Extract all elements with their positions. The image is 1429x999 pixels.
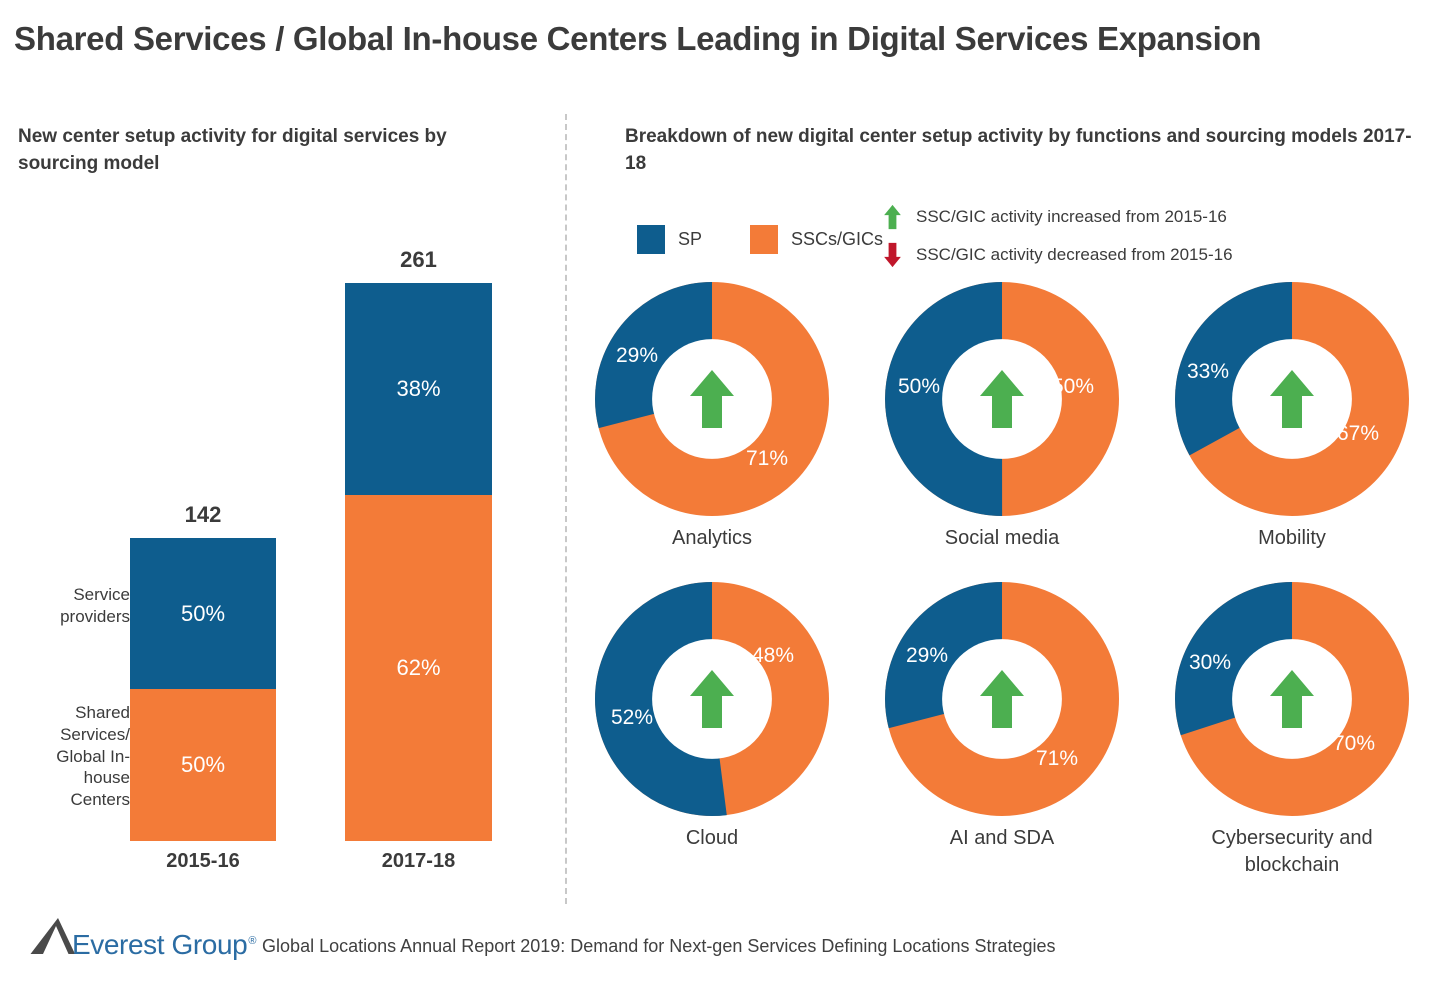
page-title: Shared Services / Global In-house Center…: [14, 20, 1262, 57]
bar-segment-label: 62%: [396, 655, 441, 680]
donut-cell-ai-and-sda: 29% 71% AI and SDA: [877, 582, 1127, 852]
bar-segment-label: 50%: [180, 600, 226, 626]
donut-pct-ssc: 71%: [1036, 747, 1079, 770]
donut-cell-social-media: 50% 50% Social media: [877, 282, 1127, 552]
bar-group-2015-16: 142 50% 50% 2015-16: [130, 114, 276, 904]
arrow-up-icon: [690, 670, 734, 728]
legend-label-decrease: SSC/GIC activity decreased from 2015-16: [916, 245, 1233, 264]
donut-pct-ssc: 71%: [746, 447, 789, 470]
donut-chart: 30% 70%: [1175, 582, 1409, 816]
arrow-up-icon: [690, 370, 734, 428]
registered-mark-icon: ®: [248, 935, 257, 947]
left-panel: New center setup activity for digital se…: [0, 114, 560, 904]
donut-pct-sp: 30%: [1189, 651, 1232, 674]
legend-swatch-ssc-icon: [750, 225, 779, 254]
donut-chart: 52% 48%: [595, 582, 829, 816]
donut-cell-cybersecurity-and-blockchain: 30% 70% Cybersecurity and blockchain: [1167, 582, 1417, 879]
bar-segment-label: 50%: [180, 752, 226, 777]
legend-row-increase: SSC/GIC activity increased from 2015-16: [883, 202, 1233, 232]
donut-chart: 29% 71%: [885, 582, 1119, 816]
donut-pct-sp: 29%: [616, 344, 659, 367]
arrow-down-icon: [884, 242, 901, 268]
everest-group-wordmark: Everest Group®: [72, 929, 257, 960]
bar-group-2017-18: 261 38% 62% 2017-18: [345, 114, 492, 904]
bar-total-2015-16: 142: [184, 502, 222, 527]
category-label-ssc-gic: Shared Services/ Global In-house Centers: [56, 703, 130, 809]
bar-segment-sp-2017-18: 38%: [345, 283, 492, 495]
donut-pct-sp: 52%: [611, 706, 654, 729]
legend-swatch-sp-icon: [637, 225, 665, 254]
legend-label-sp: SP: [678, 229, 703, 249]
arrow-up-icon: [1270, 370, 1314, 428]
donut-label: AI and SDA: [949, 827, 1055, 849]
legend-label-increase: SSC/GIC activity increased from 2015-16: [916, 207, 1227, 226]
everest-group-logo-icon: [30, 918, 75, 954]
bar-stack-2015-16: 50% 50%: [130, 538, 276, 841]
bar-xlabel-2015-16: 2015-16: [166, 850, 240, 872]
footer-inner: Everest Group® Global Locations Annual R…: [30, 913, 1056, 960]
footer: Everest Group® Global Locations Annual R…: [0, 905, 1429, 999]
bar-stack-2017-18: 38% 62%: [345, 283, 492, 841]
bar-segment-sp-2015-16: 50%: [130, 538, 276, 689]
donut-pct-ssc: 48%: [752, 644, 795, 667]
donut-label: Social media: [944, 527, 1060, 549]
footer-source-text: Global Locations Annual Report 2019: Dem…: [262, 936, 1056, 956]
donut-pct-ssc: 50%: [1052, 375, 1095, 398]
bar-total-2017-18: 261: [400, 247, 437, 272]
right-panel: Breakdown of new digital center setup ac…: [565, 114, 1429, 904]
donut-cell-mobility: 33% 67% Mobility: [1167, 282, 1417, 552]
donut-label: Analytics: [671, 527, 753, 549]
legend-label-ssc: SSCs/GICs: [791, 229, 884, 249]
arrow-up-icon: [884, 204, 901, 230]
donut-pct-sp: 29%: [906, 644, 949, 667]
legend-row-decrease: SSC/GIC activity decreased from 2015-16: [883, 240, 1233, 270]
logo-word-text: Everest Group: [72, 929, 248, 960]
bar-segment-ssc-2015-16: 50%: [130, 689, 276, 841]
bar-segment-ssc-2017-18: 62%: [345, 495, 492, 841]
category-label-service-providers: Service providers: [60, 585, 130, 626]
arrow-up-icon: [1270, 670, 1314, 728]
donut-pct-ssc: 70%: [1333, 732, 1376, 755]
donut-pct-sp: 33%: [1187, 360, 1230, 383]
donut-chart: 50% 50%: [885, 282, 1119, 516]
donut-chart: 29% 71%: [595, 282, 829, 516]
donut-pct-sp: 50%: [898, 375, 941, 398]
donut-cell-analytics: 29% 71% Analytics: [587, 282, 837, 552]
bar-xlabel-2017-18: 2017-18: [381, 850, 456, 872]
bar-segment-label: 38%: [396, 376, 441, 401]
legend-series: SP SSCs/GICs: [637, 225, 883, 254]
arrow-up-icon: [980, 670, 1024, 728]
donut-chart: 33% 67%: [1175, 282, 1409, 516]
arrow-up-icon: [980, 370, 1024, 428]
donut-label: Mobility: [1258, 527, 1326, 549]
donut-cell-cloud: 52% 48% Cloud: [587, 582, 837, 852]
donut-label: Cloud: [685, 827, 739, 849]
donut-label: Cybersecurity and blockchain: [1211, 827, 1373, 876]
donut-pct-ssc: 67%: [1337, 422, 1380, 445]
right-panel-subtitle: Breakdown of new digital center setup ac…: [625, 126, 1412, 174]
legend-arrows: SSC/GIC activity increased from 2015-16 …: [883, 202, 1233, 278]
